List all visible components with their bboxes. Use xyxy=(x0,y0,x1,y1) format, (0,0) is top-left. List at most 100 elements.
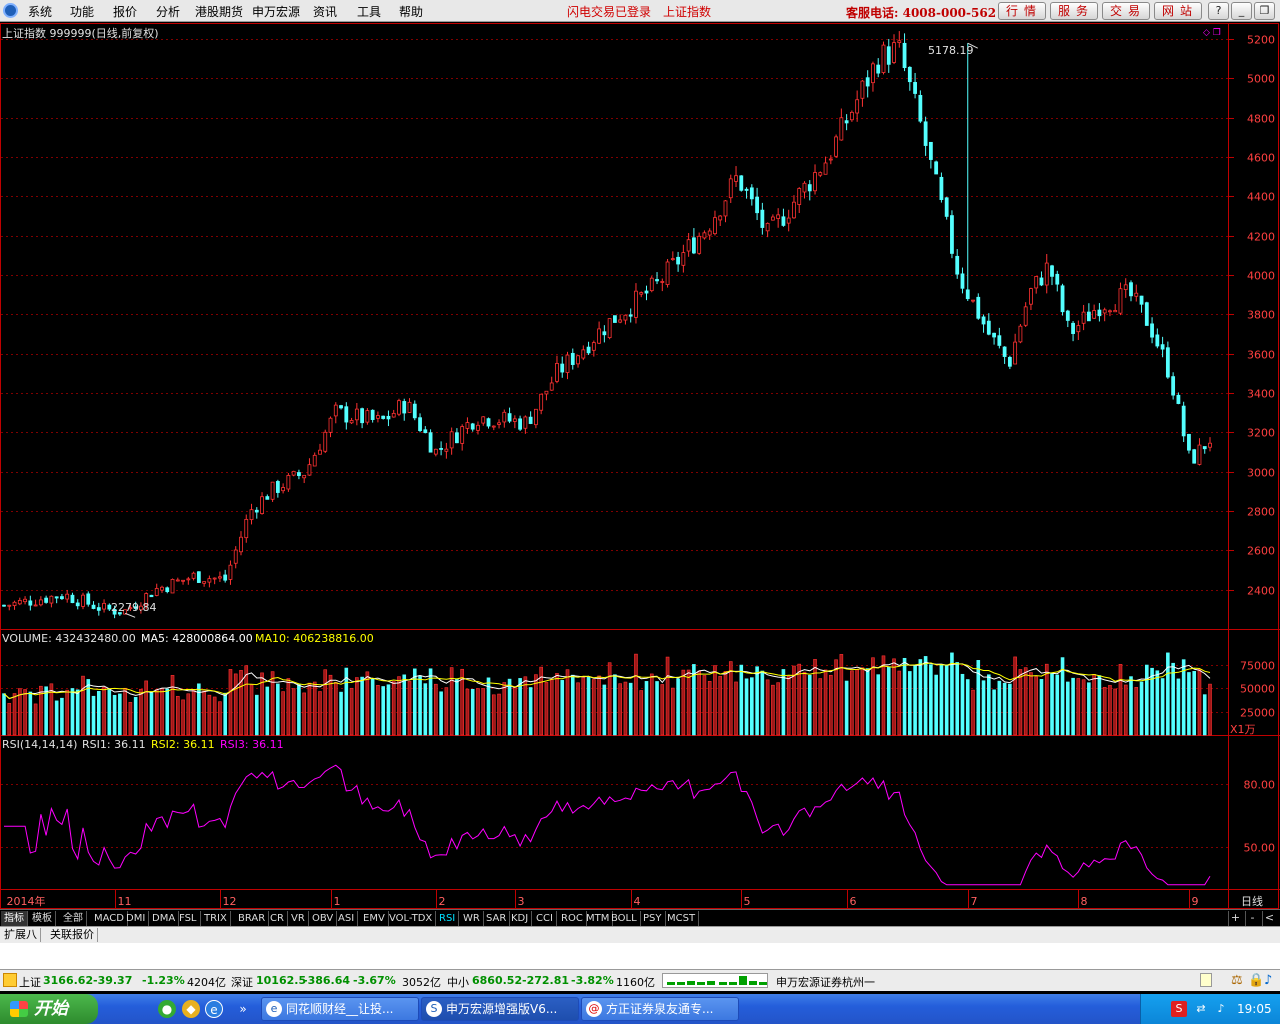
menu-function[interactable]: 功能 xyxy=(70,3,94,20)
candle-body xyxy=(960,273,965,289)
volume-bar xyxy=(476,688,480,736)
indicator-tab-wr[interactable]: WR xyxy=(460,911,484,926)
indicator-tab-obv[interactable]: OBV xyxy=(309,911,338,926)
volume-bar xyxy=(1034,676,1039,736)
notepad-icon[interactable] xyxy=(1200,973,1212,987)
menu-shenwan[interactable]: 申万宏源 xyxy=(252,3,300,20)
price-tick-label: 4800 xyxy=(1247,113,1275,126)
indicator-tab-cr[interactable]: CR xyxy=(267,911,288,926)
time-tick-label: 1 xyxy=(334,895,341,908)
indicator-tab-sar[interactable]: SAR xyxy=(483,911,511,926)
menu-help[interactable]: 帮助 xyxy=(399,3,423,20)
tab-extension-eight[interactable]: 扩展八 xyxy=(1,928,41,942)
start-button[interactable]: 开始 xyxy=(0,994,98,1024)
menu-analysis[interactable]: 分析 xyxy=(156,3,180,20)
indicator-tab-brar[interactable]: BRAR xyxy=(235,911,270,926)
candle-body xyxy=(291,470,296,476)
volume-bar xyxy=(355,677,359,736)
price-tick-label: 4600 xyxy=(1247,152,1275,165)
volume-bar xyxy=(681,669,686,736)
task-founder[interactable]: @ 方正证券泉友通专... xyxy=(581,997,739,1021)
service-button[interactable]: 服务 xyxy=(1050,2,1098,20)
volume-bar xyxy=(955,662,960,736)
indicator-tab--[interactable]: 指标 xyxy=(1,911,28,926)
quicklaunch-expand-icon[interactable]: » xyxy=(234,1000,252,1018)
quicklaunch-show-desktop-icon[interactable]: ◆ xyxy=(182,1000,200,1018)
volume-bar xyxy=(218,701,222,736)
menu-quote[interactable]: 报价 xyxy=(113,3,137,20)
chart-area[interactable]: 2400 2600 2800 3000 3200 3400 3600 3800 4000 4200… xyxy=(0,23,1280,909)
candle-body xyxy=(1134,292,1139,297)
candle-body xyxy=(718,215,723,221)
indicator-tab-trix[interactable]: TRIX xyxy=(201,911,231,926)
volume-bar xyxy=(855,669,859,736)
chart-canvas[interactable]: 2400 2600 2800 3000 3200 3400 3600 3800 4000 4200… xyxy=(0,23,1280,909)
candle-body xyxy=(807,184,812,192)
candle-body xyxy=(507,413,512,422)
status-menu-icon[interactable] xyxy=(3,973,17,987)
restore-button[interactable]: ❐ xyxy=(1254,2,1275,20)
price-tick-label: 4000 xyxy=(1247,270,1275,283)
candle-body xyxy=(202,581,207,584)
volume-label: VOLUME: 432432480.00 xyxy=(2,632,136,645)
menu-hk-futures[interactable]: 港股期货 xyxy=(195,3,243,20)
volume-bar xyxy=(191,689,196,736)
price-tick-label: 4400 xyxy=(1247,191,1275,204)
candle-body xyxy=(7,604,12,607)
indicator-tab-vol-tdx[interactable]: VOL-TDX xyxy=(386,911,437,926)
candle-body xyxy=(591,342,596,351)
volume-bar xyxy=(186,693,191,736)
tab-add-button[interactable]: + xyxy=(1228,911,1242,926)
menu-tools[interactable]: 工具 xyxy=(357,3,381,20)
minimize-button[interactable]: _ xyxy=(1231,2,1252,20)
candle-body xyxy=(1123,284,1128,290)
indicator-tab-cci[interactable]: CCI xyxy=(533,911,557,926)
tray-arrow-icon[interactable]: ⇄ xyxy=(1193,1001,1209,1017)
indicator-tab-emv[interactable]: EMV xyxy=(360,911,389,926)
market-button[interactable]: 行情 xyxy=(998,2,1046,20)
help-window-button[interactable]: ? xyxy=(1208,2,1229,20)
volume-bar xyxy=(423,683,428,736)
volume-bar xyxy=(618,683,622,736)
trade-button[interactable]: 交易 xyxy=(1102,2,1150,20)
candle-body xyxy=(328,417,333,433)
tab-scroll-left-button[interactable]: < xyxy=(1262,911,1276,926)
volume-bar xyxy=(434,683,438,736)
menu-system[interactable]: 系统 xyxy=(28,3,52,20)
volume-bar xyxy=(75,689,80,736)
speaker-icon[interactable]: ♪ xyxy=(1264,973,1272,988)
indicator-tab-asi[interactable]: ASI xyxy=(335,911,359,926)
volume-bar xyxy=(834,659,838,736)
volume-bar xyxy=(386,684,391,736)
volume-bar xyxy=(628,682,633,736)
menu-news[interactable]: 资讯 xyxy=(313,3,337,20)
indicator-tab--[interactable]: 模板 xyxy=(29,911,56,926)
indicator-tab-mcst[interactable]: MCST xyxy=(664,911,700,926)
task-shenwan[interactable]: S 申万宏源增强版V6... xyxy=(421,997,579,1021)
period-label[interactable]: 日线 xyxy=(1241,893,1263,909)
time-tick-label: 3 xyxy=(518,895,525,908)
input-method-icon[interactable]: S xyxy=(1171,1001,1187,1017)
website-button[interactable]: 网站 xyxy=(1154,2,1202,20)
volume-bar xyxy=(402,674,407,736)
scale-icon[interactable]: ⚖ xyxy=(1231,973,1243,988)
quicklaunch-media-icon[interactable]: ● xyxy=(158,1000,176,1018)
indicator-tab-rsi[interactable]: RSI xyxy=(436,911,460,926)
lock-icon[interactable]: 🔒 xyxy=(1248,973,1264,988)
indicator-tab-boll[interactable]: BOLL xyxy=(608,911,641,926)
indicator-tab--[interactable]: 全部 xyxy=(60,911,87,926)
tab-related-quotes[interactable]: 关联报价 xyxy=(47,928,98,942)
task-tonghuashun[interactable]: e 同花顺财经__让投... xyxy=(261,997,419,1021)
chart-corner-icon[interactable]: ◇ ❐ xyxy=(1203,28,1221,38)
volume-icon[interactable]: ♪ xyxy=(1213,1001,1229,1017)
indicator-tab-dma[interactable]: DMA xyxy=(149,911,180,926)
quicklaunch-ie-icon[interactable]: e xyxy=(205,1000,223,1018)
indicator-tab-fsl[interactable]: FSL xyxy=(176,911,201,926)
candle-body xyxy=(512,418,517,422)
candle-body xyxy=(749,187,754,200)
indicator-tab-dmi[interactable]: DMI xyxy=(123,911,150,926)
indicator-tab-kdj[interactable]: KDJ xyxy=(508,911,533,926)
tab-remove-button[interactable]: - xyxy=(1245,911,1259,926)
indicator-tab-vr[interactable]: VR xyxy=(288,911,309,926)
indicator-tab-psy[interactable]: PSY xyxy=(640,911,666,926)
